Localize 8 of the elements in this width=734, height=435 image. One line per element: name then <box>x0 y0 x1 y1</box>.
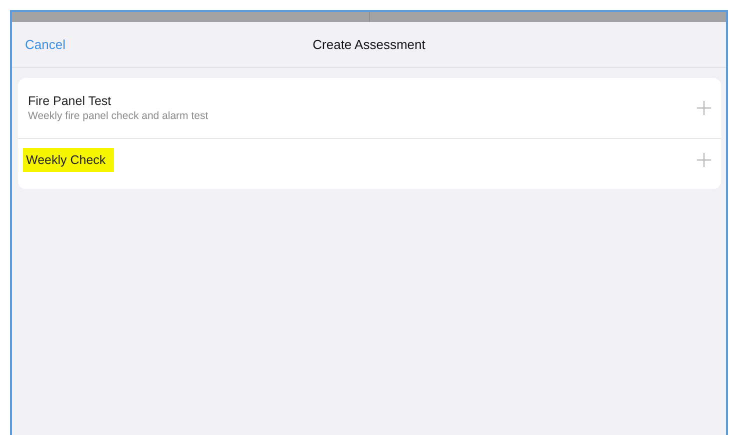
list-item[interactable]: Fire Panel Test Weekly fire panel check and alarm test <box>18 78 721 138</box>
item-title: Fire Panel Test <box>28 93 112 109</box>
list-item[interactable]: Weekly Check <box>18 138 721 181</box>
plus-icon[interactable] <box>697 153 711 167</box>
item-title: Weekly Check <box>23 148 114 172</box>
plus-icon[interactable] <box>697 101 711 115</box>
item-description: Weekly fire panel check and alarm test <box>28 109 208 123</box>
modal-title: Create Assessment <box>312 36 426 52</box>
